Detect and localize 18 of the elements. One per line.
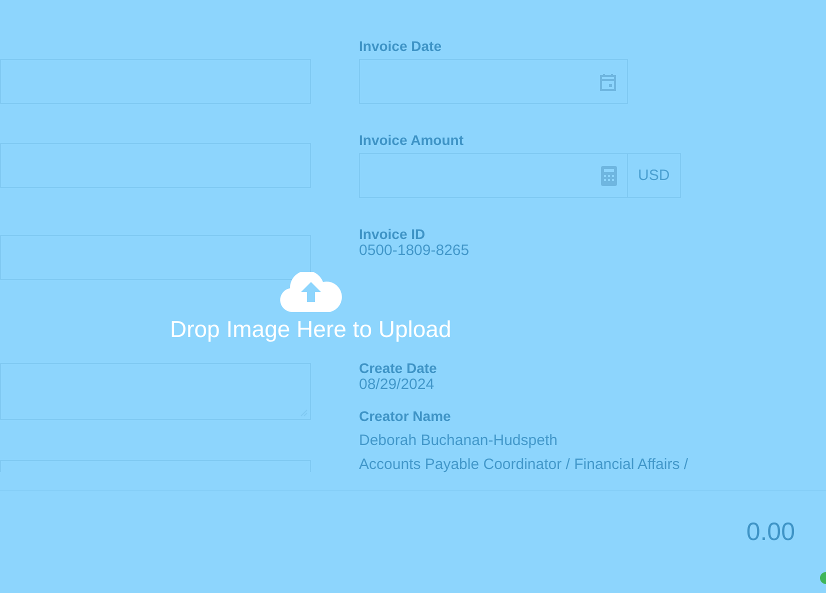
creator-name: Deborah Buchanan-Hudspeth — [359, 432, 558, 450]
calculator-icon — [601, 166, 617, 186]
field-label: Invoice Date — [359, 38, 442, 54]
cloud-upload-icon — [280, 272, 342, 312]
creator-title: Accounts Payable Coordinator / Financial Affairs / — [359, 456, 690, 474]
field-label: Invoice ID — [359, 226, 426, 242]
date-field[interactable] — [359, 59, 628, 104]
amount-field[interactable] — [359, 153, 628, 198]
field-label: Create Date — [359, 360, 438, 376]
field-label: Invoice Amount — [359, 132, 464, 148]
calendar-icon — [599, 72, 617, 92]
invoice-id: 0500-1809-8265 — [359, 242, 470, 260]
input-field[interactable] — [0, 235, 311, 280]
field-label: Creator Name — [359, 408, 452, 424]
total-amount: 0.00 — [746, 518, 795, 547]
drop-message: Drop Image Here to Upload — [170, 316, 452, 343]
currency-addon: USD — [628, 153, 681, 198]
create-date: 08/29/2024 — [359, 376, 436, 394]
